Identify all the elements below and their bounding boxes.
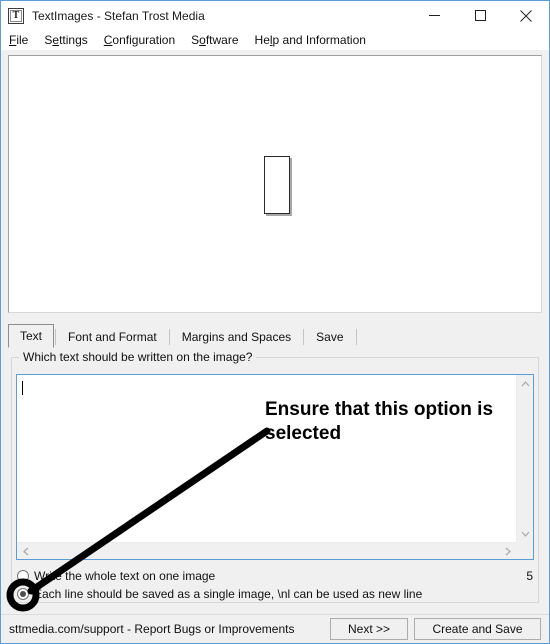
maximize-icon[interactable]	[457, 1, 503, 30]
status-bar: sttmedia.com/support - Report Bugs or Im…	[1, 614, 549, 643]
tab-separator	[168, 329, 170, 345]
menu-item-help-and-information[interactable]: Help and Information	[255, 33, 366, 47]
menu-item-software[interactable]: Software	[191, 33, 238, 47]
tab-font-and-format[interactable]: Font and Format	[57, 325, 168, 348]
tab-strip: Text Font and Format Margins and Spaces …	[8, 324, 542, 348]
radio-label-per-line: Each line should be saved as a single im…	[34, 587, 423, 601]
title-bar: T TextImages - Stefan Trost Media	[1, 1, 549, 30]
menu-item-configuration[interactable]: Configuration	[104, 33, 175, 47]
minimize-icon[interactable]	[411, 1, 457, 30]
tab-separator	[55, 329, 57, 345]
image-preview-canvas[interactable]	[8, 55, 542, 313]
radio-icon-unchecked[interactable]	[17, 570, 29, 582]
annotation-text: Ensure that this option is selected	[265, 399, 494, 445]
next-button[interactable]: Next >>	[330, 618, 408, 640]
tab-separator	[355, 329, 357, 345]
text-caret	[22, 380, 23, 395]
window-controls	[411, 1, 549, 30]
radio-icon-checked[interactable]	[17, 588, 29, 600]
chevron-left-icon[interactable]	[17, 543, 34, 560]
tab-margins-and-spaces[interactable]: Margins and Spaces	[171, 325, 302, 348]
empty-image-placeholder	[264, 156, 290, 214]
close-icon[interactable]	[503, 1, 549, 30]
textimages-window: T TextImages - Stefan Trost Media FFilei…	[0, 0, 550, 644]
tab-text[interactable]: Text	[8, 324, 55, 348]
text-group-label: Which text should be written on the imag…	[19, 350, 257, 364]
support-link[interactable]: sttmedia.com/support - Report Bugs or Im…	[9, 622, 294, 636]
tab-save[interactable]: Save	[305, 325, 354, 348]
chevron-down-icon[interactable]	[517, 525, 534, 542]
horizontal-scrollbar[interactable]	[17, 542, 516, 559]
chevron-right-icon[interactable]	[499, 543, 516, 560]
menu-item-file[interactable]: FFileile	[9, 33, 28, 47]
menu-item-settings[interactable]: Settings	[44, 33, 87, 47]
scrollbar-corner	[516, 542, 533, 559]
app-icon-glyph: T	[12, 9, 20, 21]
line-counter: 5	[526, 569, 533, 583]
chevron-up-icon[interactable]	[517, 375, 534, 392]
radio-label-one-image: Write the whole text on one image	[34, 569, 216, 583]
create-and-save-button[interactable]: Create and Save	[414, 618, 541, 640]
menu-bar: FFileile Settings Configuration Software…	[1, 30, 549, 50]
radio-option-per-line[interactable]: Each line should be saved as a single im…	[17, 587, 422, 601]
tab-separator	[303, 329, 305, 345]
window-title: TextImages - Stefan Trost Media	[32, 8, 205, 23]
text-image-app-icon: T	[8, 7, 24, 24]
radio-option-one-image[interactable]: Write the whole text on one image	[17, 569, 215, 583]
